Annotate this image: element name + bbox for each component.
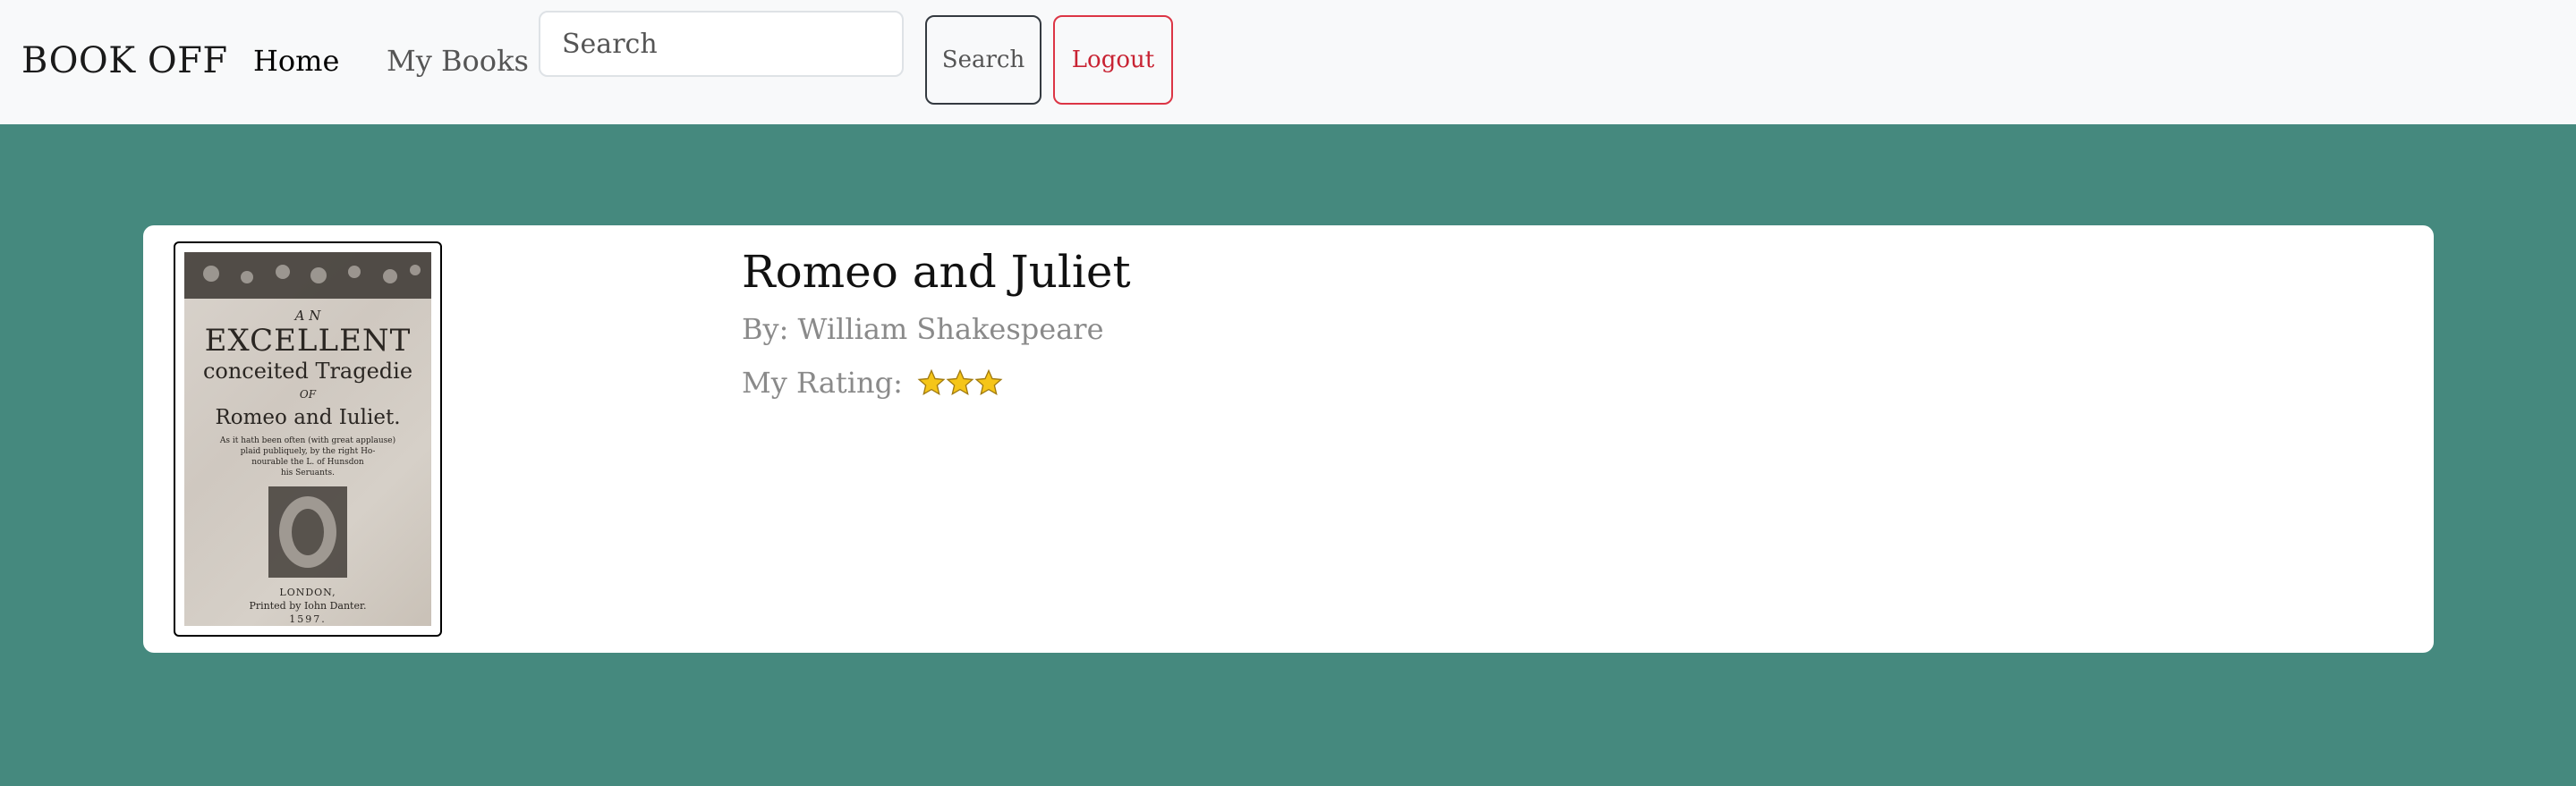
cover-line-5: Romeo and Iuliet. [215, 406, 400, 429]
cover-line-11: Printed by Iohn Danter. [249, 600, 366, 612]
printer-device-emblem [268, 486, 347, 578]
cover-line-9: his Seruants. [281, 469, 335, 478]
book-title: Romeo and Juliet [742, 246, 1131, 298]
book-cover-image: A N EXCELLENT conceited Tragedie OF Rome… [184, 252, 431, 626]
search-button[interactable]: Search [925, 15, 1041, 105]
star-icon [917, 368, 946, 396]
cover-line-4: OF [300, 388, 317, 401]
nav-link-home[interactable]: Home [253, 41, 339, 80]
star-icon [946, 368, 974, 396]
cover-line-6: As it hath been often (with great applau… [219, 435, 395, 445]
cover-line-12: 1597. [289, 613, 327, 625]
search-input[interactable] [539, 11, 904, 77]
logout-button[interactable]: Logout [1053, 15, 1173, 105]
cover-line-3: conceited Tragedie [203, 359, 412, 384]
book-card: A N EXCELLENT conceited Tragedie OF Rome… [143, 225, 2434, 653]
cover-line-7: plaid publiquely, by the right Ho- [241, 447, 376, 456]
book-rating: My Rating: [742, 363, 1131, 402]
rating-stars [917, 368, 1003, 397]
book-details: Romeo and Juliet By: William Shakespeare… [742, 243, 1131, 402]
cover-line-10: LONDON, [279, 587, 336, 598]
rating-label: My Rating: [742, 366, 903, 400]
cover-line-1: A N [293, 308, 322, 324]
star-icon [974, 368, 1003, 396]
book-cover-frame: A N EXCELLENT conceited Tragedie OF Rome… [174, 241, 442, 637]
navbar: BOOK OFF Home My Books Search Logout [0, 0, 2576, 124]
cover-line-2: EXCELLENT [205, 323, 412, 359]
book-author: By: William Shakespeare [742, 312, 1104, 346]
nav-link-my-books[interactable]: My Books [387, 41, 529, 80]
brand-logo[interactable]: BOOK OFF [21, 38, 228, 84]
cover-line-8: nourable the L. of Hunsdon [251, 458, 364, 467]
